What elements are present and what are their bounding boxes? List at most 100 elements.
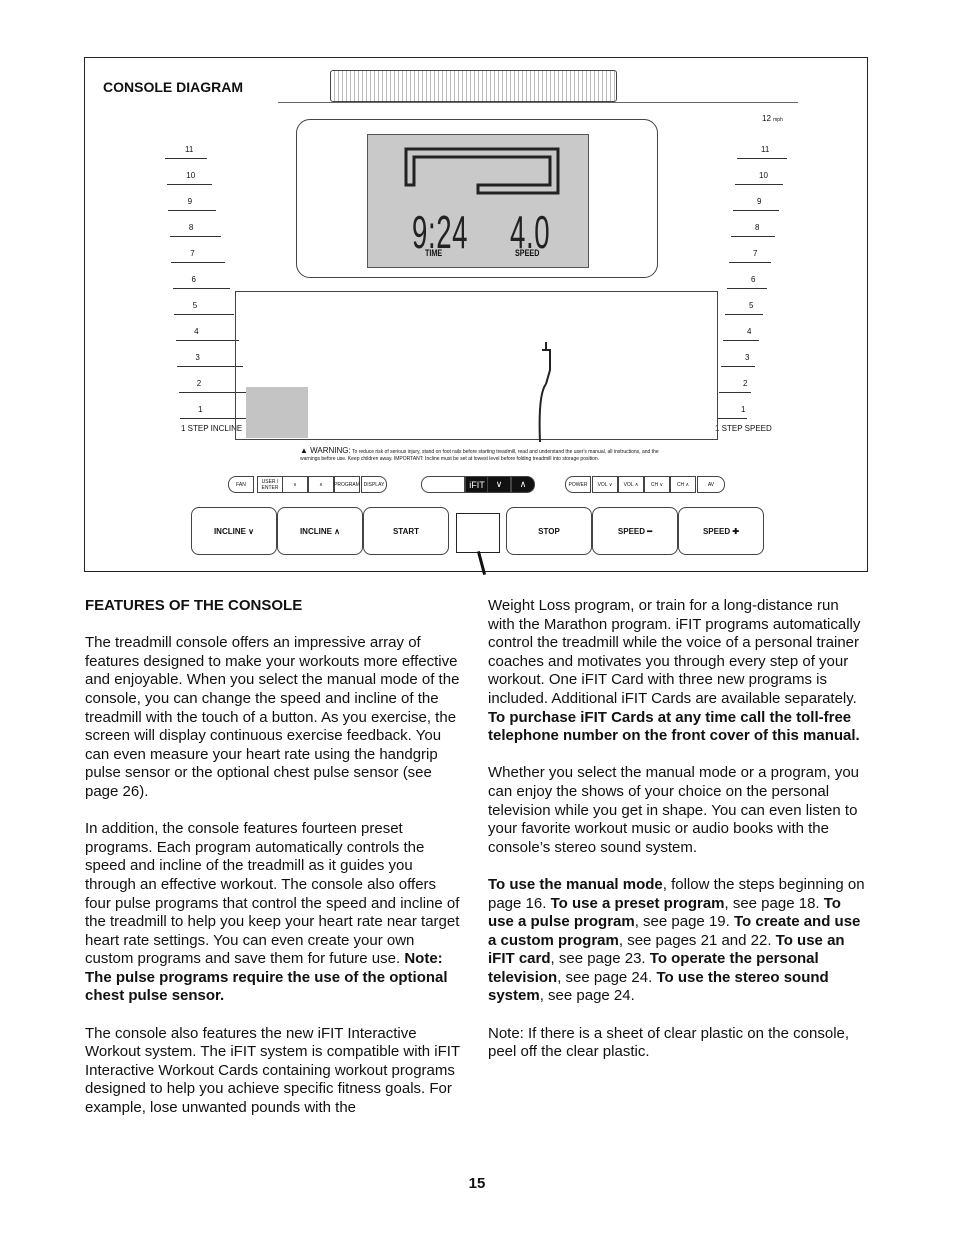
console-button-3[interactable]: ∧: [308, 476, 334, 493]
speed-tick-line: [727, 288, 767, 289]
warning-label: ▲ WARNING: To reduce risk of serious inj…: [300, 447, 660, 463]
incline-tick-line: [168, 210, 216, 211]
speed-tick-line: [729, 262, 771, 263]
tv-button-1[interactable]: VOL ∨: [592, 476, 618, 493]
text: , see page 23.: [550, 950, 650, 968]
text: The treadmill console offers an impressi…: [85, 634, 460, 800]
speed-tick-line: [725, 314, 763, 315]
incline-tick-label: 1: [198, 405, 203, 414]
speed-tick-line: [733, 210, 779, 211]
main-button-5[interactable]: SPEED ✚: [678, 507, 764, 555]
fan-vent: [330, 70, 617, 102]
incline-tick-label: 5: [192, 301, 198, 310]
incline-tick-label: 2: [196, 379, 202, 388]
speed-label: SPEED: [515, 248, 540, 258]
diagram-title: CONSOLE DIAGRAM: [103, 79, 243, 95]
speed-tick-label: 10: [759, 171, 768, 180]
incline-tick-label: 4: [194, 327, 199, 336]
main-button-3[interactable]: STOP: [506, 507, 592, 555]
headphone-jack-icon: [538, 342, 551, 442]
key-slot: [456, 513, 500, 553]
warning-text: To reduce risk of serious injury, stand …: [300, 449, 659, 462]
incline-tick-label: 11: [185, 145, 194, 154]
incline-tick-line: [174, 314, 234, 315]
warning-title: ▲ WARNING:: [300, 446, 351, 455]
bold-text: To use the manual mode: [488, 875, 663, 893]
speed-tick-line: [719, 392, 751, 393]
manual-page: CONSOLE DIAGRAM 11 10 9 8 7 6 5 4 3 2 1 11 10 9 8 7 6 5 4…: [0, 0, 954, 1235]
text: , see pages 21 and 22.: [618, 931, 776, 949]
paragraph: The treadmill console offers an impressi…: [85, 634, 463, 801]
text: Note: If there is a sheet of clear plast…: [488, 1024, 850, 1061]
incline-tick-label: 8: [188, 223, 194, 232]
paragraph: Whether you select the manual mode or a …: [488, 764, 868, 857]
paragraph: Weight Loss program, or train for a long…: [488, 597, 868, 746]
speed-tick-line: [721, 366, 755, 367]
tv-button-3[interactable]: CH ∨: [644, 476, 670, 493]
text: , see page 24.: [539, 987, 635, 1005]
main-button-4[interactable]: SPEED ━: [592, 507, 678, 555]
speed-top-tick: 12: [762, 114, 771, 123]
page-number: 15: [468, 1175, 486, 1192]
speed-tick-line: [737, 158, 787, 159]
incline-tick-line: [175, 340, 239, 341]
console-button-0[interactable]: FAN: [228, 476, 254, 493]
tv-button-4[interactable]: CH ∧: [670, 476, 696, 493]
bold-text: To purchase iFIT Cards at any time call …: [488, 708, 860, 745]
lcd-display: 9:24 4.0 TIME SPEED: [367, 134, 589, 268]
speed-tick-line: [717, 418, 747, 419]
tv-button-5[interactable]: AV: [697, 476, 725, 493]
text: , see page 18.: [724, 894, 824, 912]
speed-tick-label: 4: [747, 327, 752, 336]
text: The console also features the new iFIT I…: [85, 1024, 460, 1117]
incline-tick-line: [171, 262, 225, 263]
incline-tick-label: 7: [190, 249, 195, 258]
incline-tick-line: [165, 158, 207, 159]
television-screen: [235, 291, 718, 442]
speed-unit: mph: [773, 117, 783, 123]
tv-button-0[interactable]: POWER: [565, 476, 591, 493]
console-button-5[interactable]: DISPLAY: [361, 476, 387, 493]
left-column: FEATURES OF THE CONSOLE The treadmill co…: [85, 597, 463, 1136]
speed-tick-line: [731, 236, 775, 237]
text: Weight Loss program, or train for a long…: [488, 597, 861, 707]
console-button-1[interactable]: USER / ENTER: [257, 476, 283, 493]
section-heading: FEATURES OF THE CONSOLE: [85, 597, 303, 614]
speed-tick-label: 1: [741, 405, 746, 414]
speed-tick-label: 5: [749, 301, 754, 310]
ifit-button-0[interactable]: iFIT: [465, 476, 489, 493]
speed-tick-label: 9: [757, 197, 762, 206]
speed-scale-label: 1 STEP SPEED: [715, 424, 772, 433]
speed-tick-label: 3: [745, 353, 750, 362]
text: Whether you select the manual mode or a …: [488, 764, 860, 856]
bold-text: To use a preset program: [550, 894, 725, 912]
main-button-1[interactable]: INCLINE ∧: [277, 507, 363, 555]
key-cord: [476, 551, 487, 575]
paragraph: To use the manual mode, follow the steps…: [488, 876, 868, 1006]
console-edge: [278, 102, 798, 103]
incline-tick-line: [172, 288, 230, 289]
speed-tick-label: 6: [751, 275, 756, 284]
ifit-button-1[interactable]: ∨: [487, 476, 511, 493]
incline-tick-label: 6: [191, 275, 196, 284]
ifit-card-slot[interactable]: [421, 476, 465, 493]
console-button-2[interactable]: ∨: [282, 476, 308, 493]
console-button-4[interactable]: PROGRAM: [334, 476, 360, 493]
incline-scale-label: 1 STEP INCLINE: [181, 424, 243, 433]
main-button-0[interactable]: INCLINE ∨: [191, 507, 277, 555]
main-button-2[interactable]: START: [363, 507, 449, 555]
incline-tick-label: 10: [186, 171, 196, 180]
incline-tick-line: [169, 236, 221, 237]
ifit-button-2[interactable]: ∧: [511, 476, 535, 493]
incline-tick-label: 9: [187, 197, 193, 206]
text: , see page 19.: [634, 913, 734, 931]
speed-tick-label: 2: [743, 379, 748, 388]
tv-button-2[interactable]: VOL ∧: [618, 476, 644, 493]
screen-gray-area: [246, 387, 308, 438]
speed-tick-label: 8: [755, 223, 760, 232]
speed-tick-line: [723, 340, 759, 341]
paragraph: In addition, the console features fourte…: [85, 820, 463, 1006]
console-diagram: CONSOLE DIAGRAM 11 10 9 8 7 6 5 4 3 2 1 11 10 9 8 7 6 5 4…: [84, 57, 868, 575]
right-column: Weight Loss program, or train for a long…: [488, 597, 868, 1080]
text: In addition, the console features fourte…: [85, 820, 460, 968]
